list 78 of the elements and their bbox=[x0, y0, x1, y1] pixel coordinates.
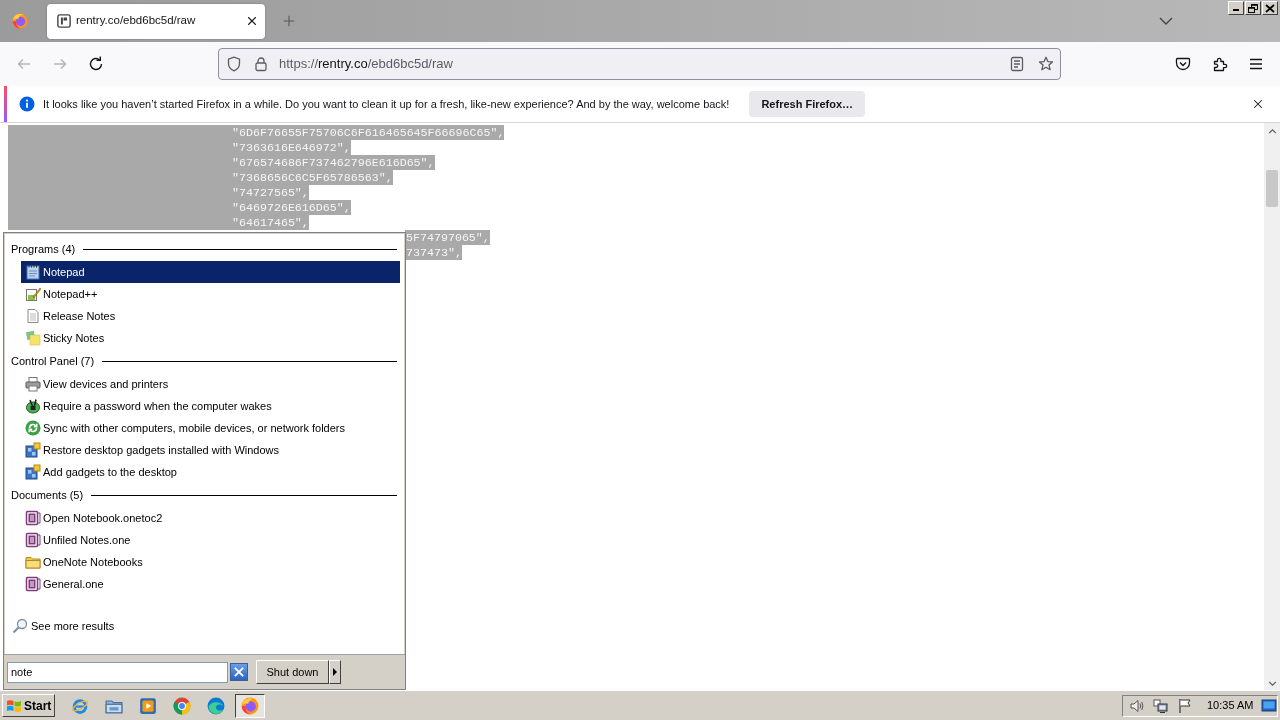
close-button[interactable] bbox=[1262, 1, 1278, 15]
group-heading: Programs (4) bbox=[11, 241, 76, 257]
printer-icon bbox=[25, 376, 41, 392]
reload-icon[interactable] bbox=[88, 56, 104, 72]
close-icon bbox=[1265, 3, 1275, 13]
menu-item[interactable]: Notepad++ bbox=[21, 283, 400, 305]
notebook-icon bbox=[25, 576, 41, 592]
notepad-icon bbox=[25, 264, 41, 280]
star-icon[interactable] bbox=[1038, 56, 1054, 72]
url-text: https://rentry.co/ebd6bc5d/raw bbox=[279, 55, 454, 74]
gadget-tiles-icon bbox=[25, 464, 41, 480]
start-button[interactable]: Start bbox=[2, 694, 55, 717]
chevron-shield-icon[interactable] bbox=[1175, 56, 1191, 72]
folder-icon bbox=[25, 554, 41, 570]
reader-view-icon[interactable] bbox=[1009, 56, 1025, 72]
chevron-down-icon[interactable] bbox=[1159, 17, 1173, 25]
see-more-link[interactable]: See more results bbox=[11, 615, 400, 637]
menu-item[interactable]: General.one bbox=[21, 573, 400, 595]
menu-item[interactable]: OneNote Notebooks bbox=[21, 551, 400, 573]
search-field[interactable]: note bbox=[7, 661, 228, 683]
play-tile-icon[interactable] bbox=[139, 696, 157, 715]
flame-globe-icon bbox=[241, 696, 259, 715]
sync-icon bbox=[25, 420, 41, 436]
menu-icon[interactable] bbox=[1248, 56, 1264, 72]
clear-search-button[interactable] bbox=[230, 663, 248, 681]
search-icon bbox=[12, 618, 28, 634]
menu-item[interactable]: Require a password when the computer wakes bbox=[21, 395, 400, 417]
restore-button[interactable] bbox=[1245, 1, 1261, 15]
flame-globe-icon bbox=[12, 13, 28, 29]
refresh-button[interactable]: Refresh Firefox… bbox=[749, 91, 866, 117]
taskbar-button[interactable] bbox=[235, 693, 265, 718]
menu-item[interactable]: Open Notebook.onetoc2 bbox=[21, 507, 400, 529]
minimize-button[interactable] bbox=[1228, 1, 1244, 15]
close-icon[interactable] bbox=[246, 15, 258, 27]
menu-item[interactable]: Add gadgets to the desktop bbox=[21, 461, 400, 483]
gadget-tiles-icon bbox=[25, 442, 41, 458]
four-pane-flag-icon bbox=[6, 697, 22, 714]
clock-text[interactable]: 10:35 AM bbox=[1207, 697, 1254, 714]
menu-item[interactable]: Unfiled Notes.one bbox=[21, 529, 400, 551]
group-heading: Documents (5) bbox=[11, 487, 84, 503]
flag-icon[interactable] bbox=[1177, 697, 1193, 714]
wave-circle-icon[interactable] bbox=[207, 696, 225, 715]
square-logo-icon bbox=[57, 14, 71, 28]
puzzle-piece-icon[interactable] bbox=[1212, 56, 1228, 72]
sticky-notes-icon bbox=[25, 330, 41, 346]
notebook-icon bbox=[25, 532, 41, 548]
shield-icon[interactable] bbox=[226, 56, 242, 72]
notification-text: It looks like you haven’t started Firefox in a while. Do you want to clean it up for a fresh, like-new experience? And by the way, welcome back! bbox=[43, 96, 730, 112]
plug-icon bbox=[25, 398, 41, 414]
restore-icon bbox=[1248, 3, 1258, 13]
address-bar[interactable]: https://rentry.co/ebd6bc5d/raw bbox=[218, 48, 1061, 80]
scroll-up-icon[interactable] bbox=[1267, 129, 1277, 134]
menu-item[interactable]: View devices and printers bbox=[21, 373, 400, 395]
computer-monitor-icon[interactable] bbox=[1153, 697, 1169, 714]
lock-icon[interactable] bbox=[253, 56, 269, 72]
scroll-thumb[interactable] bbox=[1266, 170, 1278, 207]
shut-down-button[interactable]: Shut down bbox=[256, 660, 329, 684]
minimize-icon bbox=[1233, 9, 1239, 11]
menu-item[interactable]: Restore desktop gadgets installed with Windows bbox=[21, 439, 400, 461]
menu-item[interactable]: Sticky Notes bbox=[21, 327, 400, 349]
caret-right-icon bbox=[333, 668, 337, 676]
menu-item[interactable]: Notepad bbox=[21, 261, 400, 283]
desktop-icon[interactable] bbox=[1261, 697, 1278, 714]
menu-item[interactable]: Sync with other computers, mobile devices, or network folders bbox=[21, 417, 400, 439]
close-icon bbox=[234, 667, 244, 677]
page-pen-icon bbox=[25, 286, 41, 302]
text-file-icon bbox=[25, 308, 41, 324]
menu-item[interactable]: Release Notes bbox=[21, 305, 400, 327]
segmented-circle-icon[interactable] bbox=[173, 696, 191, 715]
close-icon[interactable] bbox=[1252, 98, 1264, 110]
info-icon bbox=[19, 96, 35, 112]
browser-tab[interactable]: rentry.co/ebd6bc5d/raw bbox=[47, 3, 265, 39]
scrollbar[interactable] bbox=[1264, 123, 1280, 690]
group-heading: Control Panel (7) bbox=[11, 353, 95, 369]
notebook-icon bbox=[25, 510, 41, 526]
speaker-icon[interactable] bbox=[1129, 697, 1145, 714]
shut-down-options-button[interactable] bbox=[329, 660, 341, 684]
scroll-down-icon[interactable] bbox=[1267, 681, 1277, 686]
